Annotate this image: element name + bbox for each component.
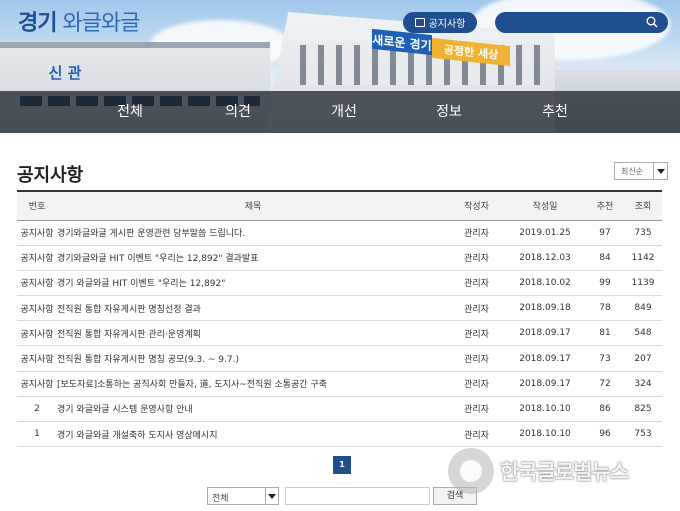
row-title-link[interactable]: 전직원 통합 자유게시판 관리·운영계획 [57, 321, 449, 346]
table-row[interactable]: 공지사항 전직원 통합 자유게시판 관리·운영계획 관리자 2018.09.17… [17, 321, 662, 346]
row-recommend: 84 [599, 252, 611, 263]
row-views: 324 [634, 378, 652, 389]
watermark-logo-icon [448, 448, 494, 494]
row-title-link[interactable]: 경기 와글와글 개설축하 도지사 영상메시지 [57, 422, 449, 447]
row-author: 관리자 [464, 430, 489, 441]
row-author: 관리자 [464, 304, 489, 315]
nav-item-info[interactable]: 정보 [409, 91, 489, 133]
row-author: 관리자 [464, 329, 489, 340]
header-title: 제목 [244, 202, 262, 213]
row-author: 관리자 [464, 380, 489, 391]
row-recommend: 96 [599, 429, 611, 440]
keyword-input[interactable] [285, 487, 430, 505]
row-no: 공지사항 [20, 380, 54, 391]
row-date: 2018.10.10 [519, 403, 571, 414]
row-title-link[interactable]: 경기와글와글 HIT 이벤트 "우리는 12,892" 결과발표 [57, 245, 449, 270]
table-row[interactable]: 공지사항 경기 와글와글 HIT 이벤트 "우리는 12,892" 관리자 20… [17, 270, 662, 296]
main-nav: 전체 의견 개선 정보 추천 [0, 91, 680, 133]
sort-select[interactable]: 최신순 [614, 162, 668, 180]
row-recommend: 81 [599, 328, 611, 339]
search-scope-value: 전체 [212, 494, 229, 504]
row-recommend: 72 [599, 378, 611, 389]
row-date: 2018.09.17 [519, 378, 571, 389]
row-date: 2018.12.03 [519, 252, 571, 263]
row-recommend: 73 [599, 353, 611, 364]
row-no: 공지사항 [20, 329, 54, 340]
row-author: 관리자 [464, 279, 489, 290]
row-author: 관리자 [464, 254, 489, 265]
table-row[interactable]: 2 경기 와글와글 시스템 운영사항 안내 관리자 2018.10.10 86 … [17, 396, 662, 422]
row-date: 2019.01.25 [519, 227, 571, 238]
header-recommend: 추천 [596, 202, 614, 213]
row-recommend: 78 [599, 303, 611, 314]
row-no: 공지사항 [20, 254, 54, 265]
page-title: 공지사항 [17, 165, 84, 186]
building-sign-annex: 신 관 [48, 63, 82, 82]
row-no: 공지사항 [20, 304, 54, 315]
row-title-link[interactable]: 전직원 통합 자유게시판 명칭 공모(9.3. ~ 9.7.) [57, 346, 449, 371]
row-views: 825 [634, 403, 652, 414]
row-date: 2018.09.17 [519, 328, 571, 339]
header-date: 작성일 [532, 202, 558, 213]
nav-item-all[interactable]: 전체 [90, 91, 170, 133]
notice-icon [414, 18, 425, 27]
row-date: 2018.10.02 [519, 277, 571, 288]
row-views: 753 [634, 429, 652, 440]
nav-item-opinion[interactable]: 의견 [198, 91, 278, 133]
search-scope-select[interactable]: 전체 [207, 487, 279, 505]
watermark-text: 한국글로벌뉴스 [500, 460, 629, 484]
row-recommend: 86 [599, 403, 611, 414]
sort-select-value: 최신순 [621, 167, 644, 176]
table-row[interactable]: 공지사항 경기와글와글 HIT 이벤트 "우리는 12,892" 결과발표 관리… [17, 245, 662, 271]
site-logo[interactable]: 경기 와글와글 [18, 5, 140, 37]
row-no: 공지사항 [20, 229, 54, 240]
row-author: 관리자 [464, 229, 489, 240]
header-views: 조회 [634, 202, 652, 213]
table-row[interactable]: 공지사항 경기와글와글 게시판 운영관련 당부말씀 드립니다. 관리자 2019… [17, 220, 662, 246]
logo-bold-text: 경기 [18, 11, 57, 36]
search-icon[interactable] [646, 16, 658, 28]
row-views: 548 [634, 328, 652, 339]
row-author: 관리자 [464, 405, 489, 416]
row-no: 공지사항 [20, 355, 54, 366]
table-row[interactable]: 1 경기 와글와글 개설축하 도지사 영상메시지 관리자 2018.10.10 … [17, 422, 662, 447]
nav-item-recommend[interactable]: 추천 [515, 91, 595, 133]
row-title-link[interactable]: 경기 와글와글 HIT 이벤트 "우리는 12,892" [57, 270, 449, 295]
row-views: 1142 [631, 252, 655, 263]
table-row[interactable]: 공지사항 [보도자료]소통하는 공직사회 만들자, 道, 도지사~전직원 소통공… [17, 371, 662, 397]
row-recommend: 97 [599, 227, 611, 238]
nav-item-improvement[interactable]: 개선 [304, 91, 384, 133]
row-title-link[interactable]: 경기 와글와글 시스템 운영사항 안내 [57, 396, 449, 421]
row-date: 2018.10.10 [519, 429, 571, 440]
row-author: 관리자 [464, 355, 489, 366]
page-button-current[interactable]: 1 [333, 456, 351, 474]
header-search-input[interactable] [495, 12, 668, 33]
row-no: 공지사항 [20, 279, 54, 290]
row-title-link[interactable]: 경기와글와글 게시판 운영관련 당부말씀 드립니다. [57, 220, 449, 245]
row-no: 1 [34, 429, 40, 440]
row-views: 207 [634, 353, 652, 364]
chevron-down-icon [265, 488, 278, 504]
table-row[interactable]: 공지사항 전직원 통합 자유게시판 명칭 공모(9.3. ~ 9.7.) 관리자… [17, 346, 662, 372]
table-row[interactable]: 공지사항 전직원 통합 자유게시판 명칭선정 결과 관리자 2018.09.18… [17, 296, 662, 321]
row-views: 1139 [631, 277, 655, 288]
header-no: 번호 [28, 202, 46, 213]
watermark: 한국글로벌뉴스 [448, 445, 663, 497]
header-author: 작성자 [464, 202, 489, 213]
logo-light-text: 와글와글 [62, 11, 140, 36]
row-no: 2 [34, 403, 40, 414]
row-date: 2018.09.17 [519, 353, 571, 364]
notice-button-label: 공지사항 [428, 19, 466, 30]
row-views: 849 [634, 303, 652, 314]
chevron-down-icon [653, 163, 667, 179]
table-header-row: 번호 제목 작성자 작성일 추천 조회 [17, 191, 662, 220]
row-date: 2018.09.18 [519, 303, 571, 314]
row-recommend: 99 [599, 277, 611, 288]
notice-table: 번호 제목 작성자 작성일 추천 조회 공지사항 경기와글와글 게시판 운영관련… [17, 190, 662, 447]
notice-button[interactable]: 공지사항 [403, 12, 477, 33]
row-title-link[interactable]: 전직원 통합 자유게시판 명칭선정 결과 [57, 296, 449, 321]
row-title-link[interactable]: [보도자료]소통하는 공직사회 만들자, 道, 도지사~전직원 소통공간 구축 [57, 371, 449, 396]
row-views: 735 [634, 227, 652, 238]
